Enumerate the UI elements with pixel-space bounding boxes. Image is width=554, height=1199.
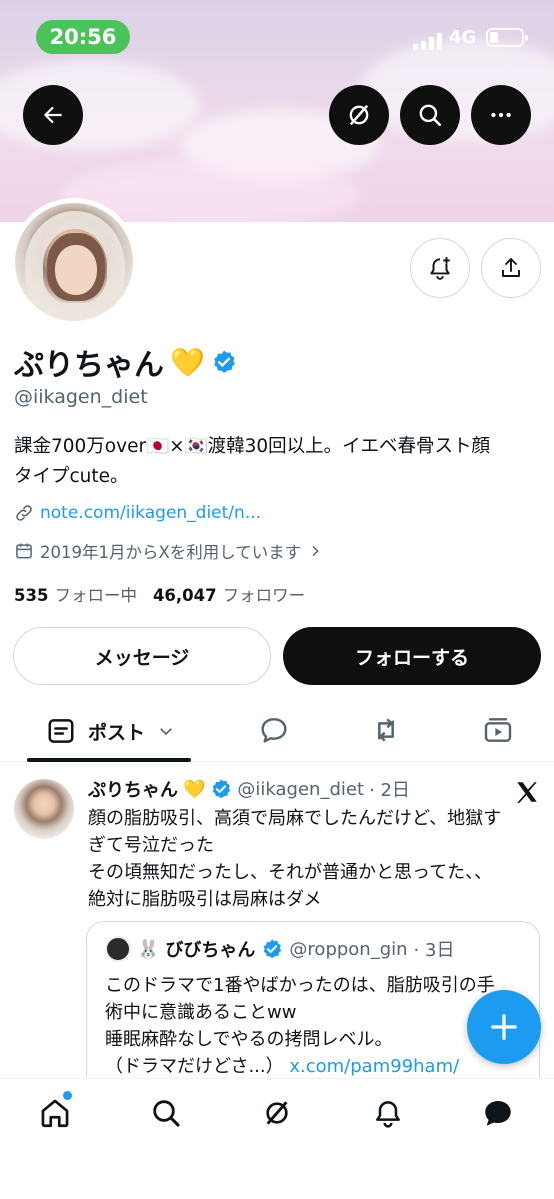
tweet-text: 顔の脂肪吸引、高須で局麻でしたんだけど、地獄す ぎて号泣だった その頃無知だった…: [88, 805, 534, 913]
status-bar: 20:56 4G: [0, 18, 554, 58]
battery-icon: [486, 28, 528, 47]
following-count: 535: [14, 586, 49, 605]
tweet-line: 絶対に脂肪吸引は局麻はダメ: [88, 889, 322, 910]
heart-emoji: 💛: [170, 345, 205, 379]
network-type: 4G: [449, 27, 477, 48]
tweet-header: ぷりちゃん 💛 @iikagen_diet · 2日: [88, 776, 410, 802]
bio-line: 課金700万over🇯🇵×🇰🇷渡韓30回以上。イエベ春骨スト顔: [14, 436, 490, 457]
quote-line-text: （ドラマだけどさ...）: [105, 1056, 284, 1077]
nav-grok[interactable]: [257, 1093, 297, 1133]
profile-avatar[interactable]: [10, 198, 138, 326]
joined-text: 2019年1月からXを利用しています: [40, 543, 302, 562]
followers-stat[interactable]: 46,047 フォロワー: [153, 582, 305, 606]
tweet-author-emoji: 💛: [183, 778, 206, 800]
profile-link[interactable]: note.com/iikagen_diet/n...: [14, 503, 261, 523]
quote-author-handle: @roppon_gin: [289, 938, 408, 960]
search-button[interactable]: [400, 85, 460, 145]
link-icon: [16, 505, 32, 521]
tab-posts[interactable]: ポスト: [46, 716, 175, 746]
tab-replies[interactable]: [257, 714, 291, 750]
tab-media[interactable]: [481, 714, 515, 750]
notification-dot: [63, 1091, 72, 1100]
grok-button[interactable]: [329, 85, 389, 145]
quote-line: （ドラマだけどさ...） x.com/pam99ham/: [105, 1053, 535, 1080]
compose-button[interactable]: [467, 990, 541, 1064]
profile-name: ぷりちゃん: [14, 348, 164, 383]
home-icon: [41, 1099, 69, 1128]
share-button[interactable]: [481, 238, 541, 298]
quoted-tweet[interactable]: 🐰 びびちゃん @roppon_gin · 3日 このドラマで1番やばかったのは…: [86, 921, 540, 1083]
quote-author-name: びびちゃん: [165, 940, 256, 961]
reply-icon: [261, 718, 287, 743]
share-icon: [502, 258, 520, 277]
quote-link[interactable]: x.com/pam99ham/: [289, 1056, 459, 1077]
quote-time: · 3日: [413, 940, 455, 961]
quote-line: このドラマで1番やばかったのは、脂肪吸引の手: [105, 975, 495, 996]
profile-name-row: ぷりちゃん 💛: [14, 340, 237, 384]
profile-link-text[interactable]: note.com/iikagen_diet/n...: [40, 503, 261, 523]
arrow-left-icon: [43, 106, 62, 124]
nav-notifications[interactable]: [368, 1093, 408, 1133]
grok-icon: [349, 104, 369, 126]
more-icon: [491, 112, 511, 118]
verified-badge-icon[interactable]: [211, 349, 237, 375]
following-stat[interactable]: 535 フォロー中: [14, 582, 137, 606]
calendar-icon: [16, 543, 32, 559]
quote-header: 🐰 びびちゃん @roppon_gin · 3日: [105, 936, 454, 962]
tweet-author-handle: @iikagen_diet: [237, 778, 365, 800]
nav-messages[interactable]: [478, 1093, 518, 1133]
follow-button[interactable]: フォローする: [283, 627, 541, 685]
profile-bio: 課金700万over🇯🇵×🇰🇷渡韓30回以上。イエベ春骨スト顔 タイプcute。: [14, 432, 544, 492]
more-button[interactable]: [471, 85, 531, 145]
bio-line: タイプcute。: [14, 466, 129, 487]
follow-stats: 535 フォロー中 46,047 フォロワー: [14, 582, 305, 606]
nav-search[interactable]: [146, 1093, 186, 1133]
tweet-line: その頃無知だったし、それが普通かと思ってた、、: [88, 862, 493, 883]
verified-badge-icon: [264, 939, 282, 959]
quote-author-prefix: 🐰: [137, 938, 160, 960]
verified-badge-icon: [213, 779, 231, 799]
search-icon: [153, 1100, 180, 1127]
bell-icon: [376, 1101, 400, 1128]
x-logo-icon: [517, 782, 537, 803]
tweet-author-name[interactable]: ぷりちゃん: [88, 776, 178, 802]
grok-icon: [266, 1101, 288, 1125]
active-tab-indicator: [27, 758, 191, 762]
tweet-line: 顔の脂肪吸引、高須で局麻でしたんだけど、地獄す: [88, 808, 502, 829]
back-button[interactable]: [23, 85, 83, 145]
quote-avatar: [105, 936, 131, 962]
joined-date[interactable]: 2019年1月からXを利用しています: [14, 539, 323, 563]
message-button[interactable]: メッセージ: [13, 627, 271, 685]
bell-plus-icon: [430, 257, 450, 280]
signal-icon: [413, 32, 442, 50]
tweet-line: ぎて号泣だった: [88, 835, 214, 856]
bottom-nav: [0, 1078, 554, 1199]
tweet-time: · 2日: [369, 780, 410, 801]
followers-label: フォロワー: [222, 586, 306, 605]
tab-reposts[interactable]: [369, 714, 403, 750]
profile-handle: @iikagen_diet: [14, 386, 148, 408]
post-list-icon: [48, 719, 74, 743]
search-icon: [419, 104, 442, 127]
repost-icon: [378, 718, 394, 742]
tweet-avatar[interactable]: [14, 779, 74, 839]
chat-bubble-icon: [485, 1100, 511, 1126]
followers-count: 46,047: [152, 586, 217, 605]
profile-tabs: ポスト: [0, 700, 554, 762]
status-time: 20:56: [36, 20, 130, 54]
plus-icon: [491, 1014, 517, 1040]
tab-posts-label: ポスト: [88, 721, 146, 744]
notify-button[interactable]: [410, 238, 470, 298]
following-label: フォロー中: [54, 586, 137, 605]
chevron-down-icon: [160, 728, 172, 736]
video-icon: [484, 718, 512, 742]
chevron-right-icon: [312, 545, 320, 557]
